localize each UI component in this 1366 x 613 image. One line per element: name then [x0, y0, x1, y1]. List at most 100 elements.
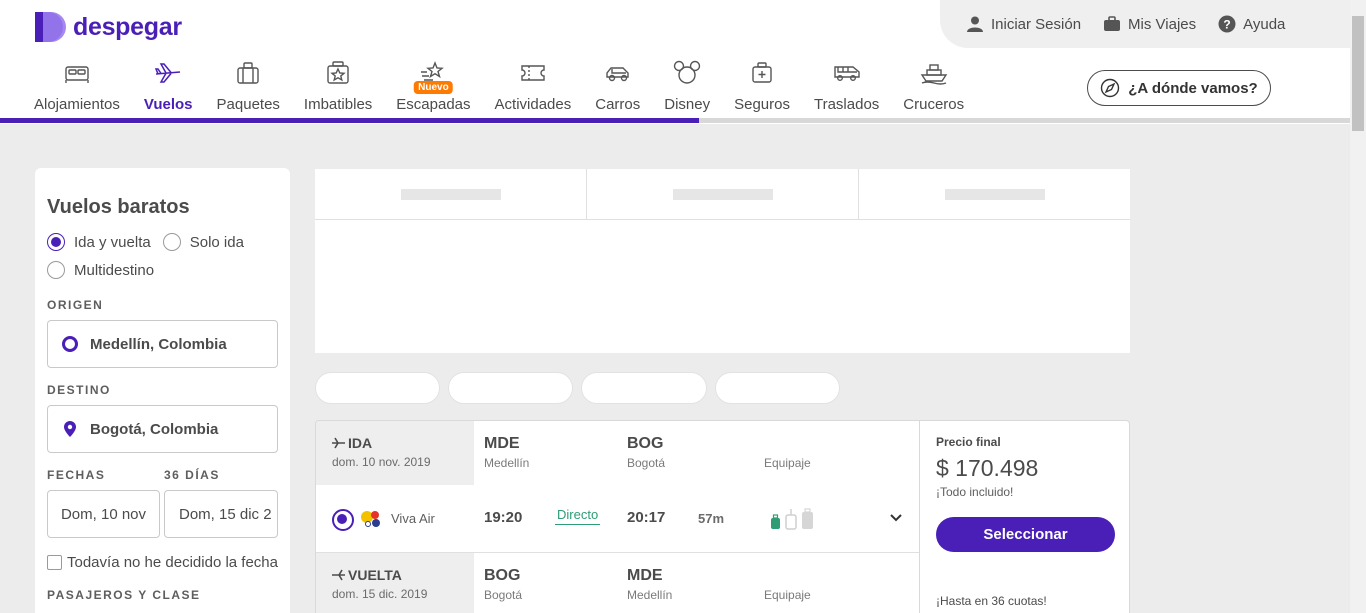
outbound-arrive-time: 20:17 — [627, 509, 666, 526]
help-link[interactable]: ? Ayuda — [1218, 15, 1285, 33]
filter-chips — [315, 372, 840, 404]
nav-progress-bar — [0, 118, 1350, 123]
date-from-field[interactable]: Dom, 10 nov — [47, 490, 160, 538]
trip-type-multi[interactable]: Multidestino — [47, 261, 278, 279]
outbound-label: IDA — [348, 435, 373, 451]
airline-name: Viva Air — [391, 511, 435, 526]
outbound-tab: IDA dom. 10 nov. 2019 — [316, 421, 474, 485]
chip-placeholder[interactable] — [448, 372, 573, 404]
outbound-duration: 57m — [698, 511, 725, 526]
nav-label: Alojamientos — [34, 96, 120, 113]
return-dest-code: MDE — [627, 567, 663, 584]
outbound-origin-city: Medellín — [484, 456, 530, 470]
star-badge-icon — [327, 61, 349, 84]
trip-type-roundtrip[interactable]: Ida y vuelta — [47, 233, 151, 251]
outbound-dest-city: Bogotá — [627, 456, 666, 470]
passengers-label: PASAJEROS Y CLASE — [47, 588, 201, 602]
plane-left-icon — [332, 569, 345, 581]
nav-item-paquetes[interactable]: Paquetes — [205, 60, 292, 113]
radio-multi[interactable] — [47, 261, 65, 279]
despegar-logo[interactable]: despegar — [34, 11, 182, 43]
chip-placeholder[interactable] — [715, 372, 840, 404]
radio-label: Ida y vuelta — [74, 233, 151, 251]
briefcase-icon — [1104, 16, 1121, 31]
select-flight-button[interactable]: Seleccionar — [936, 517, 1115, 552]
ticket-icon — [521, 65, 545, 81]
undecided-date-option[interactable]: Todavía no he decidido la fecha — [47, 554, 278, 571]
outbound-flight-row[interactable]: Viva Air 19:20 Directo 20:17 57m — [316, 485, 919, 553]
my-trips-label: Mis Viajes — [1128, 15, 1197, 33]
outbound-stops[interactable]: Directo — [555, 507, 601, 525]
return-baggage-label: Equipaje — [764, 588, 811, 602]
outbound-depart-time: 19:20 — [484, 509, 523, 526]
plane-icon — [155, 63, 181, 83]
origin-field[interactable]: Medellín, Colombia — [47, 320, 278, 368]
filter-placeholder — [858, 169, 1130, 219]
my-trips-link[interactable]: Mis Viajes — [1103, 15, 1196, 33]
radio-oneway[interactable] — [162, 233, 181, 251]
chip-placeholder[interactable] — [315, 372, 440, 404]
login-link[interactable]: Iniciar Sesión — [966, 15, 1081, 33]
skeleton-bar — [400, 188, 501, 200]
search-panel: Vuelos baratos Ida y vuelta Solo ida Mul… — [35, 168, 290, 613]
trip-type-oneway[interactable]: Solo ida — [162, 233, 244, 251]
nav-progress-fill — [0, 118, 700, 123]
undecided-label: Todavía no he decidido la fecha — [67, 554, 278, 571]
dates-label: FECHAS — [47, 468, 106, 482]
date-to-field[interactable]: Dom, 15 dic 2 — [164, 490, 278, 538]
nav-item-traslados[interactable]: Traslados — [802, 60, 891, 113]
bed-icon — [65, 66, 89, 83]
outbound-dest-code: BOG — [627, 435, 664, 452]
filter-placeholder — [586, 169, 858, 219]
destination-value: Bogotá, Colombia — [90, 420, 219, 438]
filter-placeholder — [315, 169, 586, 219]
where-to-button[interactable]: ¿A dónde vamos? — [1087, 70, 1271, 106]
bus-icon — [833, 66, 860, 81]
radio-label: Multidestino — [74, 261, 155, 279]
nav-label: Disney — [664, 96, 711, 113]
nav-item-vuelos[interactable]: Vuelos — [132, 60, 205, 113]
brand-name: despegar — [73, 12, 182, 41]
scrollbar-thumb[interactable] — [1352, 16, 1364, 131]
price-column: Precio final $ 170.498 ¡Todo incluido! S… — [919, 421, 1129, 613]
car-icon — [606, 67, 629, 82]
nav-item-alojamientos[interactable]: Alojamientos — [22, 60, 132, 113]
radio-roundtrip[interactable] — [47, 233, 65, 251]
installments-text: ¡Hasta en 36 cuotas! — [936, 594, 1047, 608]
nav-item-disney[interactable]: Disney — [652, 60, 722, 113]
return-origin-code: BOG — [484, 567, 521, 584]
skeleton-bar — [672, 188, 773, 200]
chip-placeholder[interactable] — [581, 372, 707, 404]
return-origin-city: Bogotá — [484, 588, 523, 602]
nav-item-imbatibles[interactable]: Imbatibles — [292, 60, 384, 113]
search-title: Vuelos baratos — [47, 196, 190, 218]
outbound-flight-radio[interactable] — [332, 509, 354, 531]
product-nav: Alojamientos Vuelos Paquetes Imbatibles … — [22, 60, 976, 113]
nav-item-cruceros[interactable]: Cruceros — [891, 60, 976, 113]
page-scrollbar[interactable] — [1350, 0, 1366, 613]
nav-label: Paquetes — [216, 96, 280, 113]
return-label: VUELTA — [348, 567, 402, 583]
airline-logo-icon — [361, 511, 380, 527]
help-icon: ? — [1218, 15, 1236, 33]
nav-item-carros[interactable]: Carros — [583, 60, 652, 113]
nav-label: Traslados — [813, 96, 880, 113]
undecided-checkbox[interactable] — [47, 555, 62, 570]
outbound-date: dom. 10 nov. 2019 — [332, 455, 431, 469]
chevron-down-icon[interactable] — [889, 513, 903, 523]
help-label: Ayuda — [1243, 15, 1286, 33]
nav-item-seguros[interactable]: Seguros — [722, 60, 802, 113]
price-label: Precio final — [936, 435, 1001, 449]
destination-field[interactable]: Bogotá, Colombia — [47, 405, 278, 453]
compass-icon — [1101, 78, 1120, 98]
origin-label: ORIGEN — [47, 298, 104, 312]
return-dest-city: Medellín — [627, 588, 673, 602]
login-label: Iniciar Sesión — [991, 15, 1082, 33]
skeleton-bar — [944, 188, 1045, 200]
radio-label: Solo ida — [189, 233, 244, 251]
nav-item-escapadas[interactable]: Nuevo Escapadas — [384, 60, 482, 113]
outbound-baggage-label: Equipaje — [764, 456, 811, 470]
user-menu: Iniciar Sesión Mis Viajes ? Ayuda — [940, 0, 1350, 48]
nav-item-actividades[interactable]: Actividades — [483, 60, 584, 113]
plane-right-icon — [332, 437, 345, 449]
